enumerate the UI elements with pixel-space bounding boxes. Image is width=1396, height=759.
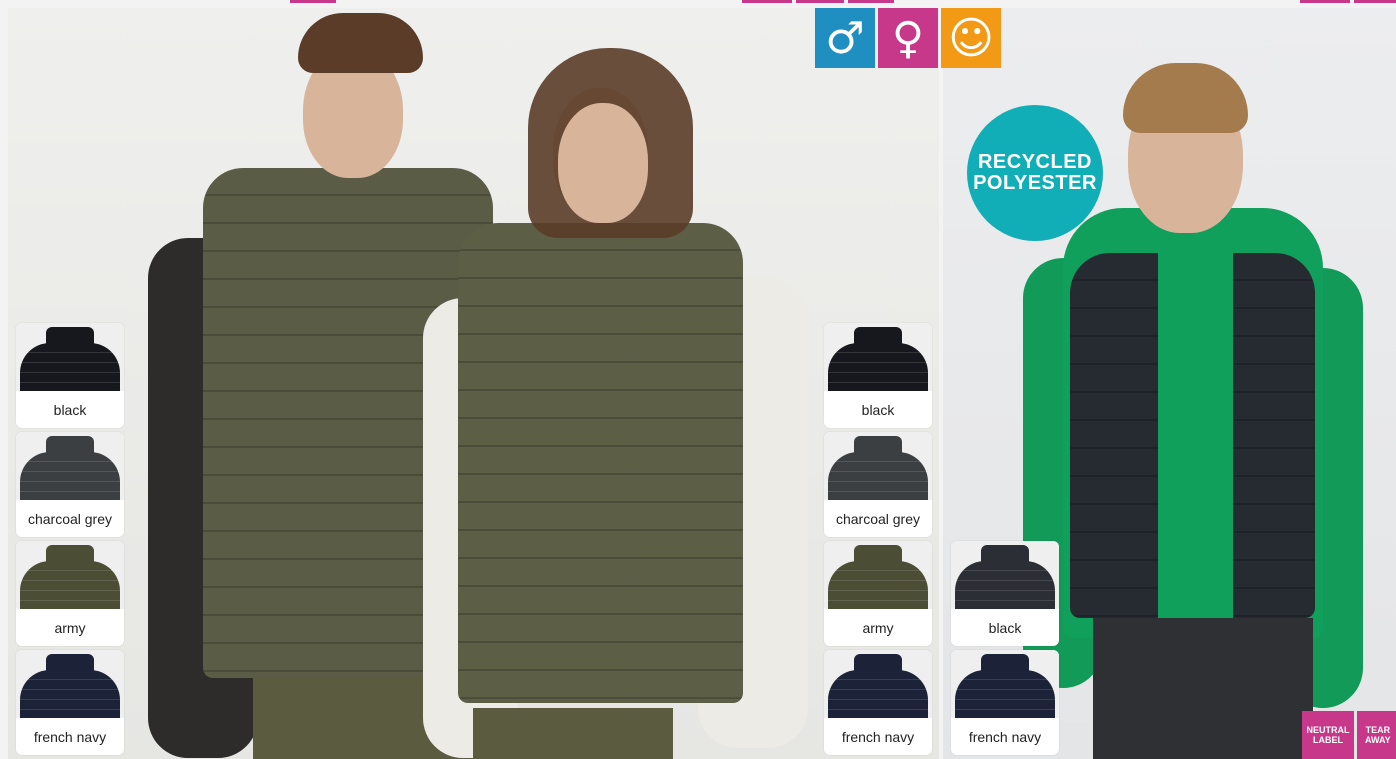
swatch-image	[951, 650, 1059, 718]
swatch-label: black	[861, 401, 895, 418]
swatch-label: french navy	[33, 728, 107, 745]
swatch-black[interactable]: black	[824, 323, 932, 428]
kids-icon: ☺	[941, 8, 1001, 68]
swatch-image	[824, 323, 932, 391]
accent-tab	[290, 0, 336, 3]
accent-tab	[742, 0, 792, 3]
accent-tab	[1354, 0, 1396, 3]
swatch-army[interactable]: army	[16, 541, 124, 646]
tag-line: AWAY	[1365, 735, 1391, 745]
swatch-image	[16, 432, 124, 500]
accent-tab	[848, 0, 894, 3]
swatch-french-navy[interactable]: french navy	[951, 650, 1059, 755]
male-icon: ♂	[815, 8, 875, 68]
swatch-image	[16, 650, 124, 718]
swatch-army[interactable]: army	[824, 541, 932, 646]
swatch-image	[824, 650, 932, 718]
swatch-image	[16, 541, 124, 609]
swatch-label: charcoal grey	[27, 510, 113, 527]
man-hair	[298, 13, 423, 73]
swatch-image	[824, 432, 932, 500]
woman-vest	[458, 223, 743, 703]
female-icon: ♀	[878, 8, 938, 68]
kid-hoodie-front	[1158, 238, 1233, 618]
swatch-charcoal-grey[interactable]: charcoal grey	[824, 432, 932, 537]
tag-line: LABEL	[1313, 735, 1343, 745]
swatch-black[interactable]: black	[951, 541, 1059, 646]
badge-line1: RECYCLED	[977, 151, 1092, 173]
swatch-french-navy[interactable]: french navy	[16, 650, 124, 755]
swatch-label: army	[862, 619, 894, 636]
accent-tab	[796, 0, 844, 3]
tag-line: TEAR	[1365, 725, 1391, 735]
swatch-image	[16, 323, 124, 391]
swatch-label: french navy	[968, 728, 1042, 745]
swatch-label: french navy	[841, 728, 915, 745]
woman-face	[558, 103, 648, 223]
adult-swatches-right: black charcoal grey army french navy	[824, 323, 932, 755]
swatch-label: black	[53, 401, 87, 418]
badge-line2: POLYESTER	[973, 172, 1097, 194]
swatch-charcoal-grey[interactable]: charcoal grey	[16, 432, 124, 537]
accent-tab	[1300, 0, 1350, 3]
kid-hair	[1123, 63, 1248, 133]
tear-away-tag: TEAR AWAY	[1357, 711, 1396, 759]
swatch-image	[951, 541, 1059, 609]
swatch-image	[824, 541, 932, 609]
gender-icons: ♂ ♀ ☺	[815, 8, 1001, 68]
swatch-label: charcoal grey	[835, 510, 921, 527]
swatch-label: black	[988, 619, 1022, 636]
recycled-polyester-badge: RECYCLED POLYESTER	[967, 105, 1103, 241]
adults-photo-panel	[8, 8, 939, 759]
swatch-french-navy[interactable]: french navy	[824, 650, 932, 755]
neutral-label-tag: NEUTRAL LABEL	[1302, 711, 1354, 759]
kids-swatches: black french navy	[951, 541, 1059, 755]
top-accent-bar	[0, 0, 1396, 3]
woman-pants	[473, 708, 673, 759]
tag-line: NEUTRAL	[1306, 725, 1350, 735]
adult-swatches-left: black charcoal grey army french navy	[16, 323, 124, 755]
swatch-label: army	[54, 619, 86, 636]
swatch-black[interactable]: black	[16, 323, 124, 428]
kid-pants	[1093, 618, 1313, 759]
